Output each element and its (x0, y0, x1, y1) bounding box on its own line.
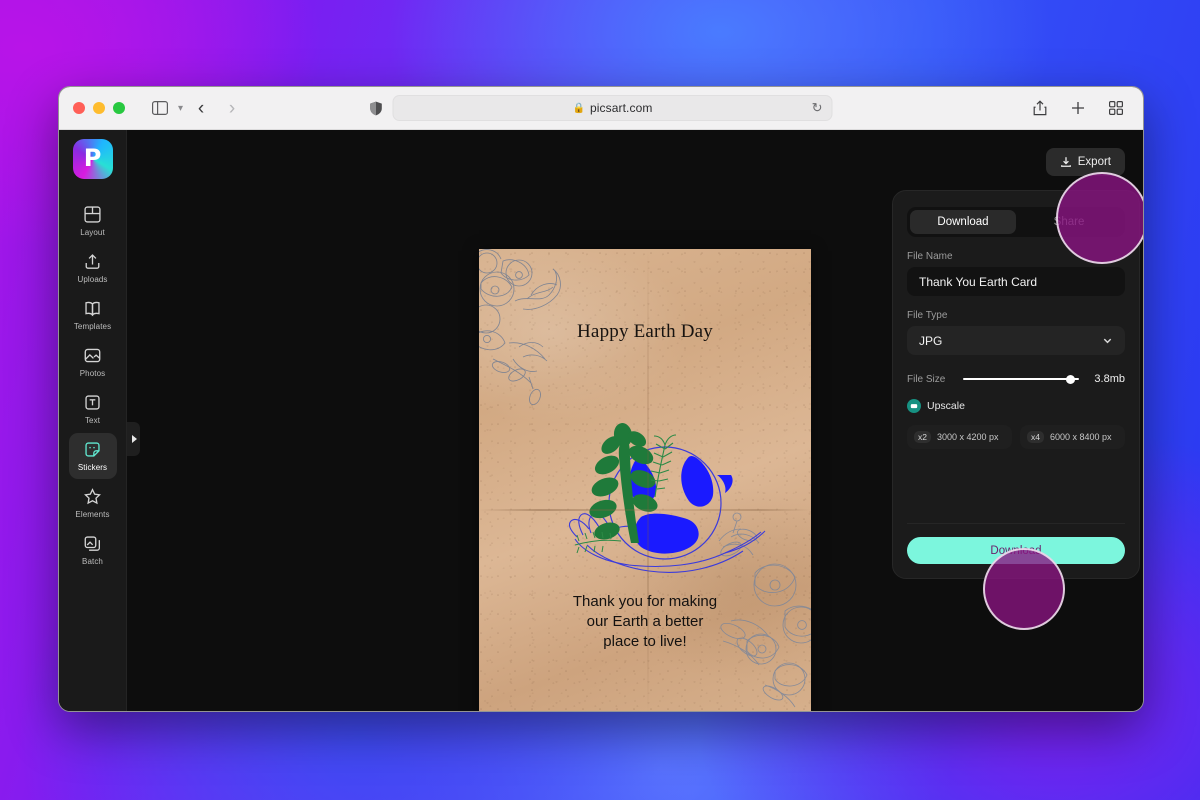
picsart-logo-letter: P (84, 146, 102, 170)
card-message-line3: place to live! (603, 633, 686, 650)
sidebar-item-photos[interactable]: Photos (69, 339, 117, 385)
upscale-badge-icon (907, 399, 921, 413)
back-arrow-icon[interactable]: ‹ (188, 96, 214, 120)
tab-share-label: Share (1054, 216, 1085, 228)
card-message-line2: our Earth a better (587, 613, 704, 630)
maximize-window-button[interactable] (113, 102, 125, 114)
picsart-app: P Layout Uploads (59, 130, 1143, 711)
share-icon[interactable] (1027, 96, 1053, 120)
upscale-option-x2[interactable]: x2 3000 x 4200 px (907, 425, 1012, 449)
upscale-option-x4[interactable]: x4 6000 x 8400 px (1020, 425, 1125, 449)
slider-knob[interactable] (1066, 375, 1075, 384)
sidebar-items: Layout Uploads Templates (59, 198, 126, 573)
paper-fold-horizontal (479, 509, 811, 511)
sidebar-item-templates[interactable]: Templates (69, 292, 117, 338)
minimize-window-button[interactable] (93, 102, 105, 114)
upload-icon (83, 252, 102, 271)
editor-sidebar: P Layout Uploads (59, 130, 127, 711)
download-button-label: Download (990, 545, 1041, 557)
window-traffic-lights (73, 102, 125, 114)
shield-icon[interactable] (370, 101, 383, 116)
export-panel: Download Share File Name Thank You Earth… (892, 190, 1140, 579)
sidebar-item-label: Layout (80, 228, 105, 237)
sidebar-item-label: Uploads (77, 275, 107, 284)
upscale-multiplier: x4 (1027, 431, 1044, 444)
forward-arrow-icon[interactable]: › (219, 96, 245, 120)
tab-grid-icon[interactable] (1103, 96, 1129, 120)
layout-icon (83, 205, 102, 224)
url-input[interactable]: 🔒 picsart.com ↻ (393, 95, 833, 121)
browser-nav-group: ▾ ‹ › (147, 96, 245, 120)
file-size-label: File Size (907, 374, 945, 385)
file-type-value: JPG (919, 334, 942, 348)
editor-canvas: Happy Earth Day Thank you for making our… (127, 130, 1143, 711)
sidebar-item-uploads[interactable]: Uploads (69, 245, 117, 291)
sticker-icon (83, 440, 102, 459)
sidebar-item-label: Photos (80, 369, 106, 378)
export-button-label: Export (1078, 156, 1111, 168)
slider-track (963, 378, 1079, 380)
file-size-row: File Size 3.8mb (907, 373, 1125, 385)
upscale-row: Upscale (907, 399, 1125, 413)
browser-titlebar: ▾ ‹ › 🔒 picsart.com ↻ (59, 87, 1143, 130)
file-name-input[interactable]: Thank You Earth Card (907, 267, 1125, 296)
export-tabs: Download Share (907, 207, 1125, 237)
upscale-dimensions: 3000 x 4200 px (937, 432, 999, 442)
sidebar-item-label: Text (85, 416, 100, 425)
upscale-multiplier: x2 (914, 431, 931, 444)
file-name-label: File Name (907, 251, 1125, 262)
card-message-line1: Thank you for making (573, 593, 717, 610)
export-button[interactable]: Export (1046, 148, 1125, 176)
close-window-button[interactable] (73, 102, 85, 114)
download-button[interactable]: Download (907, 537, 1125, 564)
card-title-text: Happy Earth Day (479, 321, 811, 343)
tab-download[interactable]: Download (910, 210, 1016, 234)
export-panel-footer: Download (907, 523, 1125, 564)
download-icon (1060, 156, 1072, 168)
url-text: picsart.com (590, 101, 652, 115)
file-type-label: File Type (907, 310, 1125, 321)
sidebar-item-layout[interactable]: Layout (69, 198, 117, 244)
upscale-options: x2 3000 x 4200 px x4 6000 x 8400 px (907, 425, 1125, 449)
chevron-down-icon[interactable]: ▾ (178, 103, 183, 114)
upscale-dimensions: 6000 x 8400 px (1050, 432, 1112, 442)
tab-share[interactable]: Share (1016, 210, 1122, 234)
reload-icon[interactable]: ↻ (812, 100, 823, 116)
file-name-value: Thank You Earth Card (919, 275, 1037, 289)
chevron-down-icon (1102, 335, 1113, 346)
sidebar-toggle-icon[interactable] (147, 96, 173, 120)
browser-window: ▾ ‹ › 🔒 picsart.com ↻ (58, 86, 1144, 712)
file-size-slider[interactable] (963, 373, 1079, 385)
templates-icon (83, 299, 102, 318)
plus-icon[interactable] (1065, 96, 1091, 120)
file-type-select[interactable]: JPG (907, 326, 1125, 355)
picsart-logo[interactable]: P (73, 139, 113, 179)
sidebar-item-batch[interactable]: Batch (69, 527, 117, 573)
text-icon (83, 393, 102, 412)
sidebar-item-label: Batch (82, 557, 103, 566)
upscale-label: Upscale (927, 400, 965, 412)
design-card[interactable]: Happy Earth Day Thank you for making our… (479, 249, 811, 712)
sidebar-item-elements[interactable]: Elements (69, 480, 117, 526)
tab-download-label: Download (937, 216, 988, 228)
card-message-text: Thank you for making our Earth a better … (479, 592, 811, 652)
batch-icon (83, 534, 102, 553)
sidebar-item-label: Stickers (78, 463, 107, 472)
photo-icon (83, 346, 102, 365)
sidebar-item-label: Elements (75, 510, 109, 519)
sidebar-item-text[interactable]: Text (69, 386, 117, 432)
browser-toolbar-right (1027, 96, 1129, 120)
sidebar-item-stickers[interactable]: Stickers (69, 433, 117, 479)
address-bar-group: 🔒 picsart.com ↻ (370, 95, 833, 121)
file-size-value: 3.8mb (1089, 373, 1125, 385)
sidebar-item-label: Templates (74, 322, 111, 331)
lock-icon: 🔒 (573, 103, 585, 114)
star-icon (83, 487, 102, 506)
